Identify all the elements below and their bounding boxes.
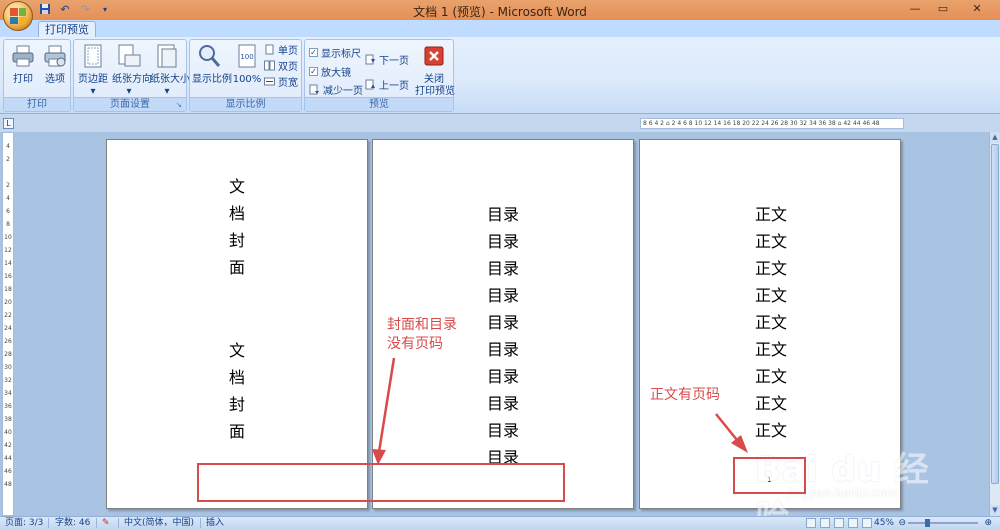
status-divider <box>118 518 119 528</box>
office-logo-icon <box>10 8 26 24</box>
web-layout-view-icon[interactable] <box>834 518 844 528</box>
status-insert-mode[interactable]: 插入 <box>206 518 224 529</box>
arrow-to-page-number <box>715 413 748 453</box>
status-divider <box>96 518 97 528</box>
status-word-count[interactable]: 字数: 46 <box>55 518 90 529</box>
outline-view-icon[interactable] <box>848 518 858 528</box>
zoom-level[interactable]: 45% <box>874 518 894 529</box>
annotation-arrows <box>372 357 748 465</box>
status-divider <box>48 518 49 528</box>
print-layout-view-icon[interactable] <box>806 518 816 528</box>
zoom-slider[interactable] <box>908 522 978 524</box>
status-bar: 页面: 3/3 字数: 46 ✎ 中文(简体，中国) 插入 45% ⊖ ⊕ <box>0 516 1000 529</box>
spellcheck-icon[interactable]: ✎ <box>102 518 110 529</box>
zoom-slider-thumb[interactable] <box>925 519 930 527</box>
arrow-to-no-page-number <box>372 357 396 465</box>
office-button[interactable] <box>3 1 33 31</box>
zoom-out-icon[interactable]: ⊖ <box>898 518 906 529</box>
zoom-in-icon[interactable]: ⊕ <box>984 518 992 529</box>
status-page-count[interactable]: 页面: 3/3 <box>5 518 43 529</box>
full-screen-reading-view-icon[interactable] <box>820 518 830 528</box>
status-language[interactable]: 中文(简体，中国) <box>124 518 194 529</box>
status-divider <box>200 518 201 528</box>
draft-view-icon[interactable] <box>862 518 872 528</box>
